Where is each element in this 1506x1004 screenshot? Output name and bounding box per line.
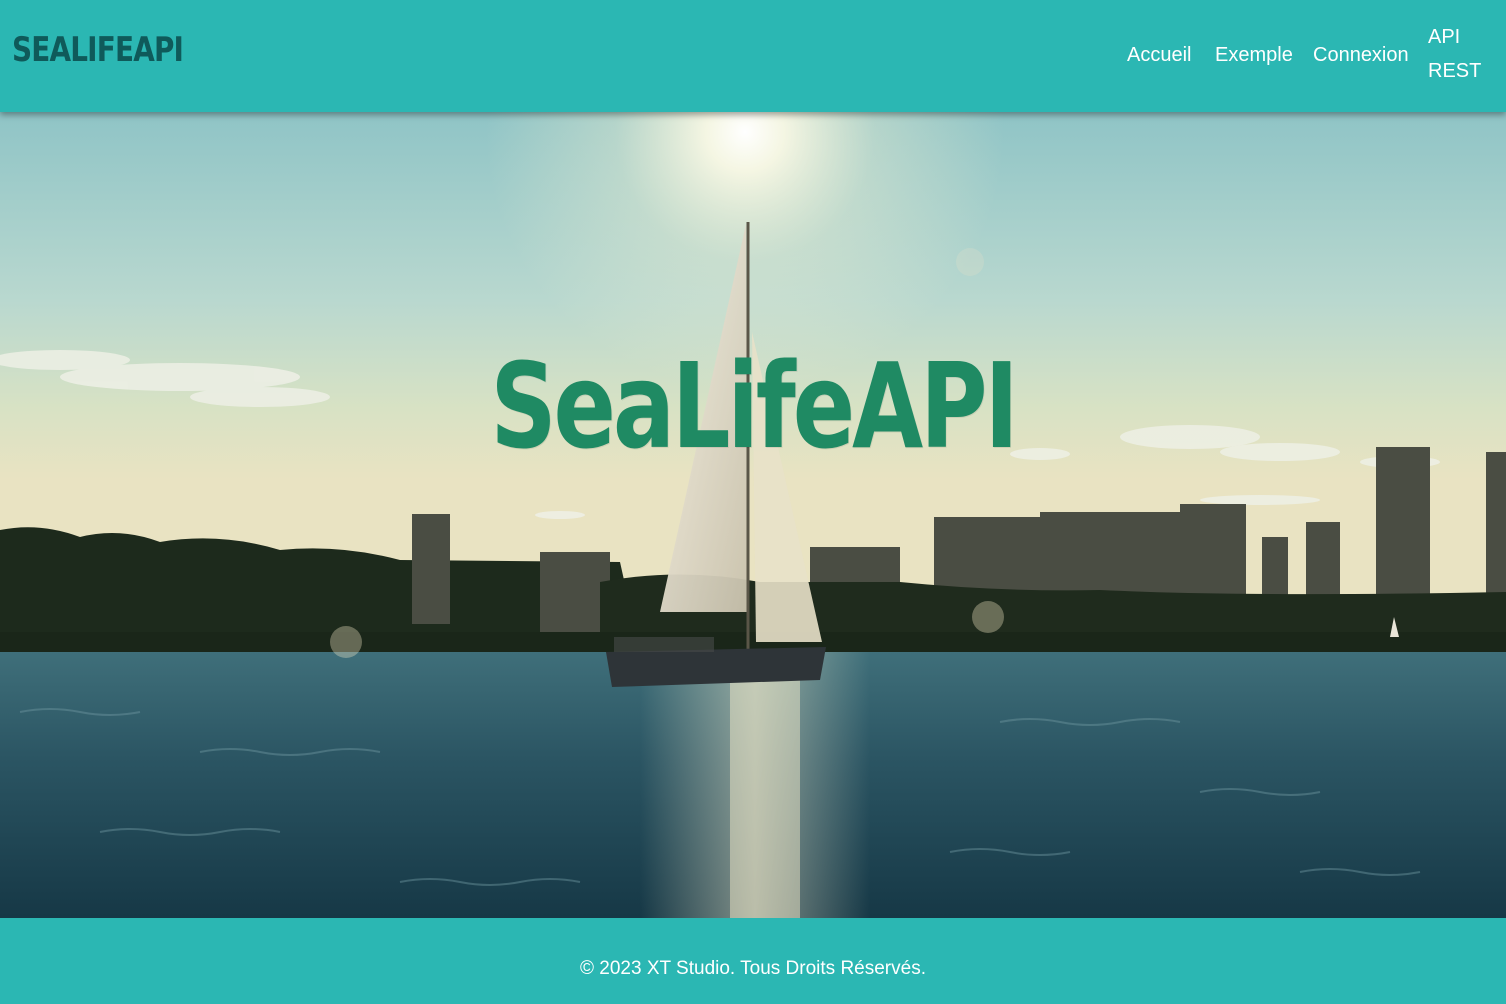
hero-title: SeaLifeAPI [490,337,1018,475]
nav-link-api-rest[interactable]: API REST [1428,20,1488,88]
site-logo[interactable]: SEALIFEAPI [12,30,184,70]
nav-link-accueil[interactable]: Accueil [1127,38,1191,72]
nav-link-connexion[interactable]: Connexion [1313,38,1409,72]
hero-background-image [0,112,1506,918]
hero-section: SeaLifeAPI [0,112,1506,918]
nav-link-exemple[interactable]: Exemple [1215,38,1293,72]
site-footer: © 2023 XT Studio. Tous Droits Réservés. [0,918,1506,1004]
footer-copyright: © 2023 XT Studio. Tous Droits Réservés. [580,958,926,979]
site-header: SEALIFEAPI Accueil Exemple Connexion API… [0,0,1506,112]
